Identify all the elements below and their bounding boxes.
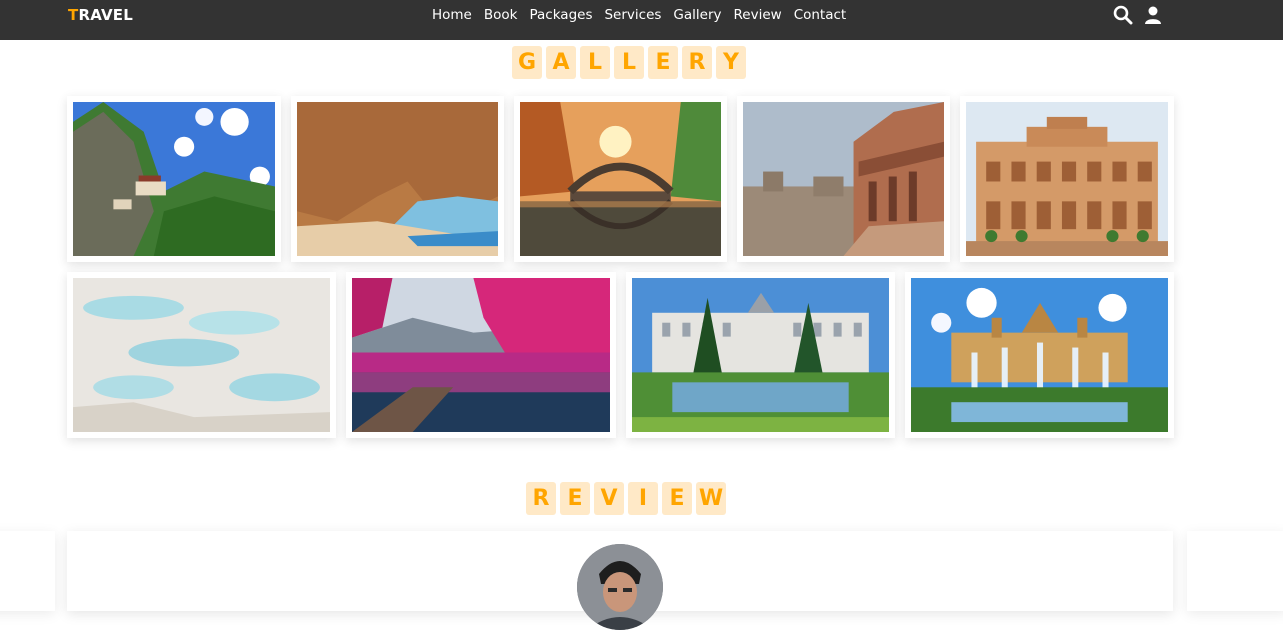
review-heading-letter: I — [628, 482, 658, 515]
review-heading-letter: R — [526, 482, 556, 515]
gallery-heading-letter: G — [512, 46, 542, 79]
review-card-prev — [0, 531, 55, 611]
mountain-monastery-photo — [73, 102, 275, 256]
search-icon[interactable] — [1113, 5, 1133, 25]
logo[interactable]: TRAVEL — [68, 6, 133, 24]
gallery-heading-letter: L — [580, 46, 610, 79]
nav-home[interactable]: Home — [432, 7, 472, 23]
gallery-item[interactable] — [67, 272, 336, 438]
gallery-item[interactable] — [291, 96, 504, 262]
old-fort-city-photo — [743, 102, 944, 256]
white-travertine-terraces-photo — [73, 278, 330, 432]
gallery-heading-letter: L — [614, 46, 644, 79]
gallery-item[interactable] — [67, 96, 281, 262]
gallery-heading: G A L L E R Y — [512, 46, 746, 79]
avatar — [577, 544, 663, 630]
stone-bridge-autumn-photo — [520, 102, 721, 256]
review-heading-letter: E — [662, 482, 692, 515]
nav-packages[interactable]: Packages — [529, 7, 592, 23]
gallery-item[interactable] — [960, 96, 1174, 262]
header: TRAVEL Home Book Packages Services Galle… — [0, 0, 1283, 40]
nav-gallery[interactable]: Gallery — [673, 7, 721, 23]
gallery-item[interactable] — [626, 272, 895, 438]
logo-first-letter: T — [68, 6, 79, 24]
gallery-item[interactable] — [346, 272, 616, 438]
gallery-heading-letter: A — [546, 46, 576, 79]
gallery-item[interactable] — [514, 96, 727, 262]
gallery-heading-letter: Y — [716, 46, 746, 79]
palace-fountains-photo — [911, 278, 1168, 432]
review-card-next — [1187, 531, 1283, 611]
pink-blossom-lake-photo — [352, 278, 610, 432]
gallery-heading-letter: E — [648, 46, 678, 79]
gallery-item[interactable] — [737, 96, 950, 262]
gallery-item[interactable] — [905, 272, 1174, 438]
nav-review[interactable]: Review — [734, 7, 782, 23]
royal-palace-garden-photo — [632, 278, 889, 432]
nav-book[interactable]: Book — [484, 7, 518, 23]
user-icon[interactable] — [1143, 5, 1163, 25]
header-icons — [1113, 5, 1163, 25]
main-nav: Home Book Packages Services Gallery Revi… — [432, 7, 858, 23]
gallery-heading-letter: R — [682, 46, 712, 79]
logo-rest: RAVEL — [78, 6, 133, 24]
review-heading-letter: V — [594, 482, 624, 515]
review-heading-letter: W — [696, 482, 726, 515]
review-heading-letter: E — [560, 482, 590, 515]
nav-contact[interactable]: Contact — [794, 7, 847, 23]
review-heading: R E V I E W — [526, 482, 726, 515]
sandstone-palace-photo — [966, 102, 1168, 256]
sea-cave-beach-photo — [297, 102, 498, 256]
nav-services[interactable]: Services — [604, 7, 661, 23]
